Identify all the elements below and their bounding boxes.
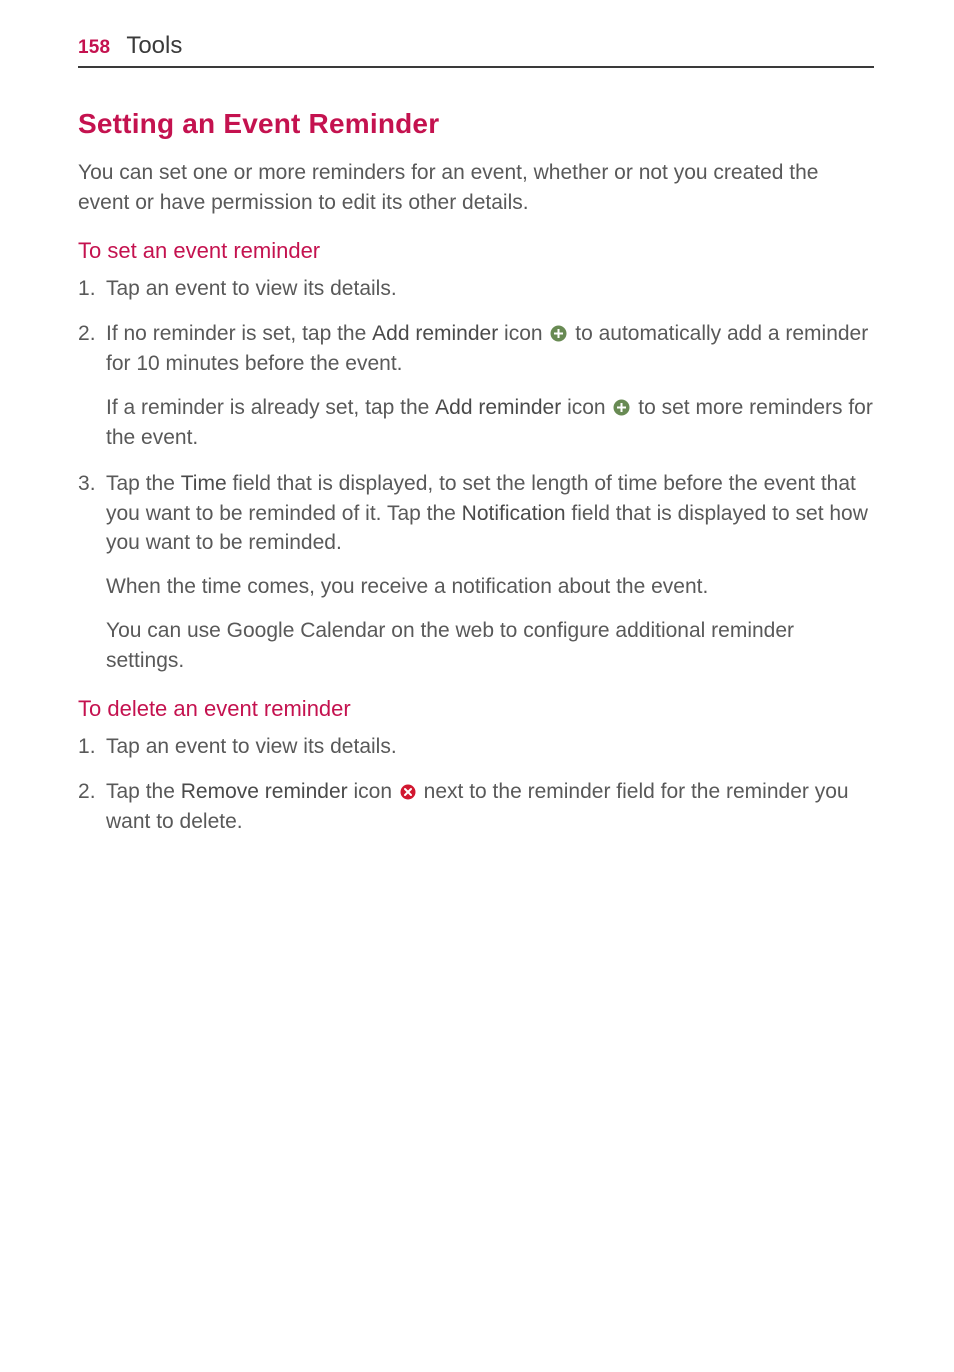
step-text: icon — [561, 396, 611, 419]
step-text: icon — [498, 322, 548, 345]
ui-label-time: Time — [181, 472, 227, 495]
running-header: 158 Tools — [78, 32, 874, 68]
subheading-delete-reminder: To delete an event reminder — [78, 696, 874, 722]
subheading-set-reminder: To set an event reminder — [78, 238, 874, 264]
step-text: Tap an event to view its details. — [106, 277, 397, 300]
add-reminder-icon — [550, 325, 567, 342]
step: Tap the Time field that is displayed, to… — [78, 469, 874, 676]
step-subparagraph: When the time comes, you receive a notif… — [106, 572, 874, 602]
ui-label-add-reminder: Add reminder — [435, 396, 561, 419]
step-text: icon — [348, 780, 398, 803]
remove-reminder-icon — [400, 784, 416, 800]
step-text: If a reminder is already set, tap the — [106, 396, 435, 419]
page-title: Setting an Event Reminder — [78, 108, 874, 140]
steps-set-reminder: Tap an event to view its details. If no … — [78, 274, 874, 676]
step: If no reminder is set, tap the Add remin… — [78, 319, 874, 452]
step-text: If no reminder is set, tap the — [106, 322, 372, 345]
step-text: Tap an event to view its details. — [106, 735, 397, 758]
manual-page: 158 Tools Setting an Event Reminder You … — [0, 0, 954, 893]
intro-paragraph: You can set one or more reminders for an… — [78, 158, 874, 218]
step: Tap the Remove reminder icon next to the… — [78, 777, 874, 837]
ui-label-remove-reminder: Remove reminder — [181, 780, 348, 803]
step-text: Tap the — [106, 472, 181, 495]
page-number: 158 — [78, 37, 110, 59]
step: Tap an event to view its details. — [78, 274, 874, 304]
step-subparagraph: You can use Google Calendar on the web t… — [106, 616, 874, 676]
ui-label-add-reminder: Add reminder — [372, 322, 498, 345]
step-text: Tap the — [106, 780, 181, 803]
steps-delete-reminder: Tap an event to view its details. Tap th… — [78, 732, 874, 837]
section-label: Tools — [126, 32, 182, 60]
ui-label-notification: Notification — [462, 502, 566, 525]
step: Tap an event to view its details. — [78, 732, 874, 762]
add-reminder-icon — [613, 399, 630, 416]
step-subparagraph: If a reminder is already set, tap the Ad… — [106, 393, 874, 453]
